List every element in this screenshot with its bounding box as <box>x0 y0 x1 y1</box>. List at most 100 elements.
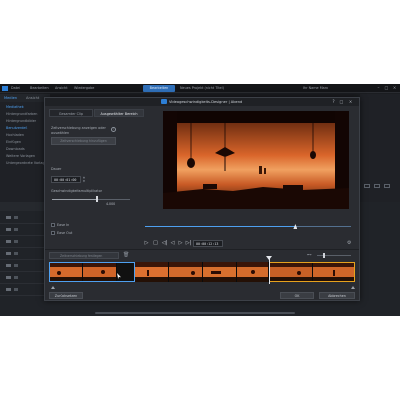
time-shift-option-label: Zeitverschiebung anzeigen oder auswählen <box>51 126 106 135</box>
gear-icon[interactable]: ⚙ <box>347 240 351 246</box>
speed-label: Geschwindigkeitsmultiplikator <box>51 189 103 193</box>
video-track-icon <box>6 240 11 243</box>
track-header[interactable] <box>0 248 50 260</box>
library-item[interactable]: Hochladen <box>6 133 24 138</box>
selected-range-blue[interactable] <box>49 262 135 282</box>
help-button[interactable]: ? <box>330 98 337 106</box>
effect-track-icon <box>6 276 11 279</box>
audio-track-icon <box>6 252 11 255</box>
trash-icon[interactable]: 🗑 <box>123 252 129 259</box>
app-menubar: Datei Bearbeiten Ansicht Wiedergabe Bear… <box>0 84 400 93</box>
previous-frame-icon[interactable]: ◁| <box>161 240 168 246</box>
library-item[interactable]: Hintergrundbilder <box>6 119 36 124</box>
track-header[interactable] <box>0 284 50 296</box>
dialog-titlebar[interactable]: Videogeschwindigkeits-Designer | Abend ?… <box>45 98 359 106</box>
ok-button[interactable]: OK <box>280 292 314 299</box>
ease-out-checkbox[interactable] <box>51 231 55 235</box>
track-header[interactable] <box>0 224 50 236</box>
track-header[interactable] <box>0 260 50 272</box>
screen: Datei Bearbeiten Ansicht Wiedergabe Bear… <box>0 84 400 316</box>
end-marker-icon[interactable] <box>351 286 355 289</box>
speed-slider-handle[interactable] <box>96 196 99 202</box>
step-back-icon[interactable]: ◁ <box>169 240 176 246</box>
start-marker-icon[interactable] <box>51 286 55 289</box>
timeline-toolbar <box>0 202 50 211</box>
next-frame-icon[interactable]: ▷| <box>185 240 192 246</box>
library-item[interactable]: Hintergrundfarben <box>6 112 37 117</box>
track-header[interactable] <box>0 212 50 224</box>
app-logo-icon <box>161 99 167 104</box>
zoom-icon: ⊷ <box>307 253 312 258</box>
app-close-button[interactable]: × <box>392 85 397 91</box>
library-item[interactable]: Untergeordnete Vorlagen <box>6 161 49 166</box>
ease-in-checkbox[interactable] <box>51 223 55 227</box>
lock-icon[interactable] <box>14 228 18 231</box>
timeline-scrollbar[interactable] <box>95 312 295 314</box>
sunset-video-frame <box>163 111 349 209</box>
ease-in-label: Ease In <box>57 223 70 227</box>
video-preview[interactable] <box>163 111 349 209</box>
library-item[interactable]: Mediathek <box>6 105 24 110</box>
film-frame <box>169 262 203 282</box>
track-header[interactable] <box>0 272 50 284</box>
track-header[interactable] <box>0 236 50 248</box>
zoom-slider-handle[interactable] <box>323 253 325 258</box>
preview-scrubber-progress <box>145 226 296 227</box>
speed-designer-dialog: Videogeschwindigkeits-Designer | Abend ?… <box>44 97 360 301</box>
preview-timecode[interactable]: 00:00:12:13 <box>193 240 223 247</box>
close-button[interactable]: × <box>347 98 354 106</box>
library-item[interactable]: Benutzerdef. <box>6 126 28 131</box>
maximize-button[interactable]: □ <box>338 98 345 106</box>
cancel-button[interactable]: Abbrechen <box>319 292 355 299</box>
library-item[interactable]: Weitere Vorlagen <box>6 154 35 159</box>
lock-icon[interactable] <box>14 276 18 279</box>
stop-icon[interactable]: □ <box>152 240 159 246</box>
app-minimize-button[interactable]: – <box>376 85 381 91</box>
panel-icon[interactable] <box>374 184 380 188</box>
duration-label: Dauer <box>51 167 62 171</box>
info-icon[interactable]: i <box>111 127 116 132</box>
video-track-icon <box>6 216 11 219</box>
panel-icon[interactable] <box>384 184 390 188</box>
reset-button[interactable]: Zurücksetzen <box>49 292 83 299</box>
library-item[interactable]: Downloads <box>6 147 25 152</box>
film-frame <box>135 262 169 282</box>
right-panel: Szene <box>360 94 400 224</box>
step-forward-icon[interactable]: ▷ <box>177 240 184 246</box>
set-time-shift-button[interactable]: Zeitverschiebung festlegen <box>49 252 119 259</box>
panel-icon[interactable] <box>364 184 370 188</box>
tab-bearbeiten-label: Bearbeiten <box>149 86 169 90</box>
menu-wiedergabe[interactable]: Wiedergabe <box>74 85 94 91</box>
project-title: Neues Projekt (nicht Titel) <box>180 86 224 90</box>
text-track-icon <box>6 288 11 291</box>
add-time-shift-button[interactable]: Zeitverschiebung hinzufügen <box>51 137 116 145</box>
film-frame <box>237 262 269 282</box>
speed-slider-fill <box>52 199 98 200</box>
settings-panel: Gesamter Clip Ausgewählter Bereich Zeitv… <box>49 109 145 269</box>
tab-whole-clip[interactable]: Gesamter Clip <box>49 109 93 117</box>
lock-icon[interactable] <box>14 264 18 267</box>
duration-input[interactable]: 00:00:01:00 <box>51 176 81 183</box>
filmstrip-playhead[interactable] <box>269 258 270 284</box>
app-maximize-button[interactable]: □ <box>384 85 389 91</box>
menu-bearbeiten[interactable]: Bearbeiten <box>30 85 49 91</box>
library-item[interactable]: Einfügen <box>6 140 21 145</box>
menu-datei[interactable]: Datei <box>11 85 20 91</box>
time-shift-range-orange[interactable] <box>269 262 355 282</box>
playhead-marker-icon[interactable] <box>266 256 272 260</box>
tab-medien[interactable]: Medien <box>4 95 17 101</box>
lock-icon[interactable] <box>14 216 18 219</box>
tab-bearbeiten[interactable]: Bearbeiten <box>143 85 175 92</box>
video-track-icon <box>6 228 11 231</box>
tab-ansicht[interactable]: Ansicht <box>26 95 39 101</box>
play-icon[interactable]: ▷ <box>143 240 150 246</box>
menu-ansicht[interactable]: Ansicht <box>55 85 68 91</box>
spin-down-icon[interactable]: ▼ <box>82 180 86 183</box>
lock-icon[interactable] <box>14 288 18 291</box>
divider <box>45 249 359 250</box>
lock-icon[interactable] <box>14 240 18 243</box>
user-name[interactable]: Ihr Name Marx <box>303 85 328 91</box>
tab-selected-range[interactable]: Ausgewählter Bereich <box>94 109 144 117</box>
lock-icon[interactable] <box>14 252 18 255</box>
spin-up-icon[interactable]: ▲ <box>82 176 86 179</box>
